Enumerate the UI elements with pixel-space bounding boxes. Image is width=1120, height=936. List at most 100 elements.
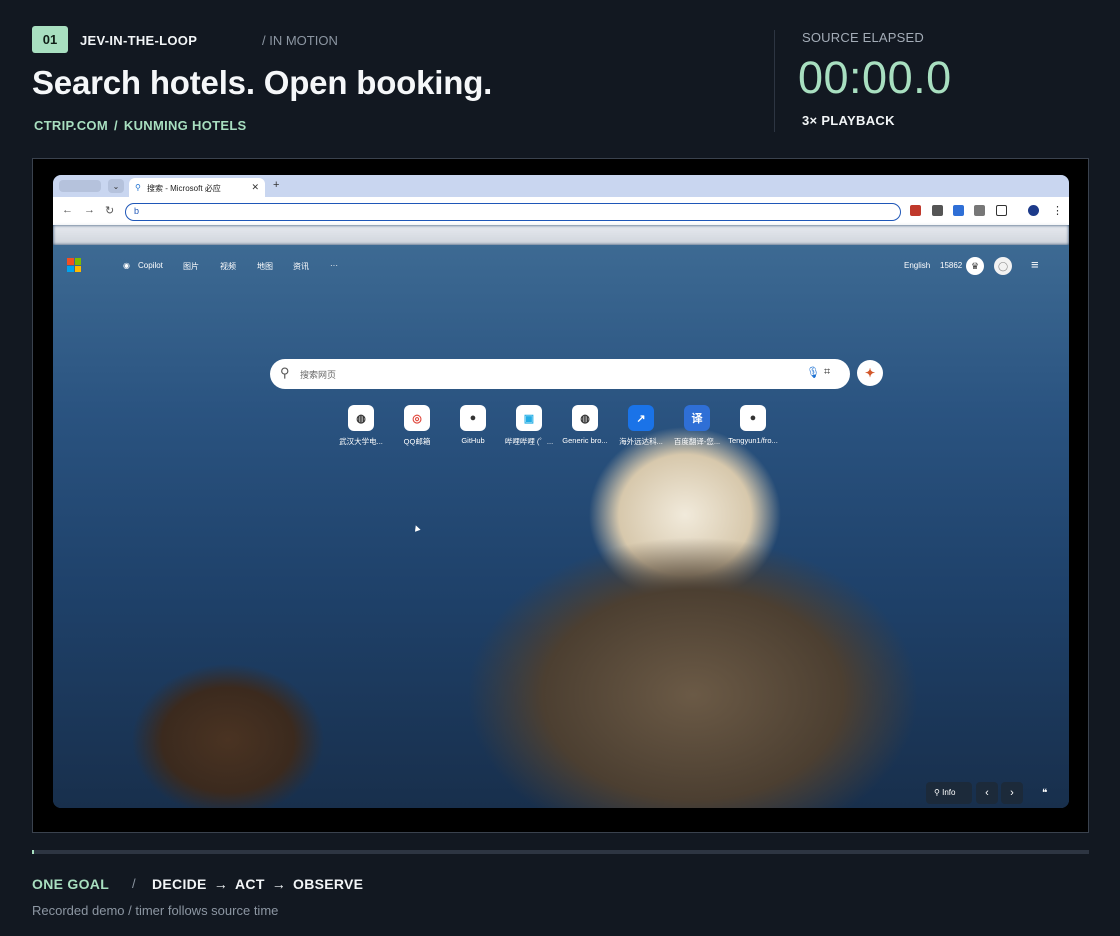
- shortcut-tile[interactable]: ↗ 海外远达科...: [611, 405, 671, 447]
- profile-icon[interactable]: [1028, 205, 1039, 216]
- address-bar[interactable]: b: [125, 203, 901, 221]
- mouse-cursor-icon: ▲: [410, 521, 424, 536]
- app-icon: ↗: [628, 405, 654, 431]
- bing-homepage: ◉ Copilot 图片 视频 地图 资讯 ··· English 15862 …: [53, 245, 1069, 808]
- location-pin-icon: ⚲: [934, 788, 943, 797]
- breadcrumb-separator: /: [113, 118, 118, 133]
- footer-divider: /: [132, 876, 136, 891]
- nav-copilot-icon: ◉: [123, 261, 130, 270]
- language-toggle[interactable]: English: [904, 261, 930, 270]
- back-icon[interactable]: ←: [62, 204, 73, 216]
- shortcut-tile[interactable]: ◍ Generic bro...: [555, 405, 615, 445]
- microphone-icon[interactable]: 🎙: [806, 366, 820, 379]
- feedback-chat-icon[interactable]: ❝: [1042, 788, 1047, 799]
- shortcut-tile[interactable]: ◎ QQ邮箱: [387, 405, 447, 447]
- browser-window: ⌄ ⚲ 搜索 - Microsoft 必应 ✕ + ← → ↻ b ⋮ ◉ Co…: [53, 175, 1069, 808]
- tab-actions-button[interactable]: [59, 180, 101, 192]
- footer-note: Recorded demo / timer follows source tim…: [32, 903, 279, 918]
- tab-title: 搜索 - Microsoft 必应: [147, 184, 221, 193]
- image-info-button[interactable]: ⚲ Info: [926, 782, 972, 804]
- extension-icon[interactable]: [910, 205, 921, 216]
- chrome-icon: ◎: [404, 405, 430, 431]
- new-tab-button[interactable]: +: [273, 179, 279, 191]
- breadcrumb: CTRIP.COM / KUNMING HOTELS: [34, 118, 247, 133]
- tab-bar: ⌄ ⚲ 搜索 - Microsoft 必应 ✕ +: [53, 175, 1069, 197]
- shortcut-tile[interactable]: ● GitHub: [443, 405, 503, 445]
- extensions-puzzle-icon[interactable]: [996, 205, 1007, 216]
- hamburger-menu-icon[interactable]: ≡: [1031, 257, 1039, 272]
- bilibili-icon: ▣: [516, 405, 542, 431]
- playback-progress-bar: [32, 850, 1089, 854]
- nav-link[interactable]: Copilot: [138, 261, 163, 270]
- decision-loop: DECIDE → ACT → OBSERVE: [152, 876, 363, 892]
- nav-link[interactable]: 图片: [183, 261, 199, 272]
- breadcrumb-section: KUNMING HOTELS: [123, 118, 247, 133]
- extension-icon[interactable]: [932, 205, 943, 216]
- nav-more[interactable]: ···: [330, 261, 338, 270]
- shortcut-label: QQ邮箱: [403, 437, 431, 446]
- shortcut-label: 海外远达科...: [619, 437, 663, 446]
- tab-search-button[interactable]: ⌄: [108, 179, 124, 193]
- loop-step-act: ACT: [235, 876, 265, 892]
- shortcut-tile[interactable]: ◍ 武汉大学电...: [331, 405, 391, 447]
- close-icon[interactable]: ✕: [251, 182, 259, 193]
- shortcut-tile[interactable]: ● Tengyun1/fro...: [723, 405, 783, 445]
- goal-label: ONE GOAL: [32, 876, 110, 892]
- shortcut-label: 哔哩哔哩 (゜...: [504, 437, 554, 446]
- breadcrumb-site: CTRIP.COM: [34, 118, 108, 133]
- globe-icon: ◍: [348, 405, 374, 431]
- translate-icon: 译: [684, 405, 710, 431]
- elapsed-timer: 00:00.0: [798, 52, 952, 103]
- browser-toolbar: ← → ↻ b ⋮: [53, 197, 1069, 225]
- menu-kebab-icon[interactable]: ⋮: [1052, 204, 1063, 217]
- github-icon: ●: [460, 405, 486, 431]
- step-number-badge: 01: [32, 26, 68, 53]
- reload-icon[interactable]: ↻: [105, 204, 114, 217]
- github-icon: ●: [740, 405, 766, 431]
- shortcut-label: 武汉大学电...: [339, 437, 383, 446]
- shortcut-tile[interactable]: 译百度翻译-您...: [667, 405, 727, 447]
- shortcut-tile[interactable]: ▣ 哔哩哔哩 (゜...: [499, 405, 559, 447]
- playback-speed: 3× PLAYBACK: [802, 113, 895, 128]
- page-title: Search hotels. Open booking.: [32, 64, 493, 101]
- bing-top-nav: ◉ Copilot 图片 视频 地图 资讯 ··· English 15862 …: [53, 245, 1069, 285]
- loop-step-decide: DECIDE: [152, 876, 207, 892]
- previous-image-button[interactable]: ‹: [976, 782, 998, 804]
- copilot-icon[interactable]: ✦: [857, 360, 883, 386]
- extension-icon[interactable]: [974, 205, 985, 216]
- header-divider: [774, 30, 775, 132]
- next-image-button[interactable]: ›: [1001, 782, 1023, 804]
- shortcut-label: Tengyun1/fro...: [728, 436, 778, 445]
- demo-slide: 01 JEV-IN-THE-LOOP / IN MOTION Search ho…: [0, 0, 1120, 936]
- shortcut-label: Generic bro...: [562, 436, 608, 445]
- info-label: Info: [942, 788, 956, 797]
- search-icon: ⚲: [280, 365, 290, 380]
- microsoft-logo-icon[interactable]: [67, 258, 81, 272]
- brand-label: JEV-IN-THE-LOOP: [80, 33, 198, 48]
- rewards-medal-icon[interactable]: ♛: [966, 257, 984, 275]
- extension-icon[interactable]: [953, 205, 964, 216]
- loop-step-observe: OBSERVE: [293, 876, 364, 892]
- search-box[interactable]: ⚲ 搜索网页 🎙 ⌗: [270, 359, 850, 389]
- bookmarks-bar-blurred: [53, 225, 1069, 245]
- globe-icon: ◍: [572, 405, 598, 431]
- playback-progress-fill: [32, 850, 34, 854]
- motion-label: / IN MOTION: [262, 33, 338, 48]
- browser-tab[interactable]: ⚲ 搜索 - Microsoft 必应 ✕: [129, 178, 265, 197]
- rewards-points[interactable]: 15862: [940, 261, 962, 270]
- timer-label: SOURCE ELAPSED: [802, 30, 925, 45]
- shortcut-label: GitHub: [461, 436, 485, 445]
- search-icon: ⚲: [135, 183, 141, 192]
- chevron-down-icon: ⌄: [112, 181, 120, 191]
- nav-link[interactable]: 地图: [257, 261, 273, 272]
- user-avatar-icon[interactable]: ◯: [994, 257, 1012, 275]
- nav-link[interactable]: 视频: [220, 261, 236, 272]
- forward-icon[interactable]: →: [84, 204, 95, 216]
- search-placeholder[interactable]: 搜索网页: [300, 368, 336, 381]
- arrow-right-icon: →: [271, 876, 287, 892]
- chevron-left-icon: ‹: [985, 787, 989, 799]
- visual-search-icon[interactable]: ⌗: [824, 366, 830, 379]
- nav-link[interactable]: 资讯: [293, 261, 309, 272]
- shortcut-label: 百度翻译-您...: [673, 437, 721, 446]
- screen-recording-frame: ⌄ ⚲ 搜索 - Microsoft 必应 ✕ + ← → ↻ b ⋮ ◉ Co…: [32, 158, 1089, 833]
